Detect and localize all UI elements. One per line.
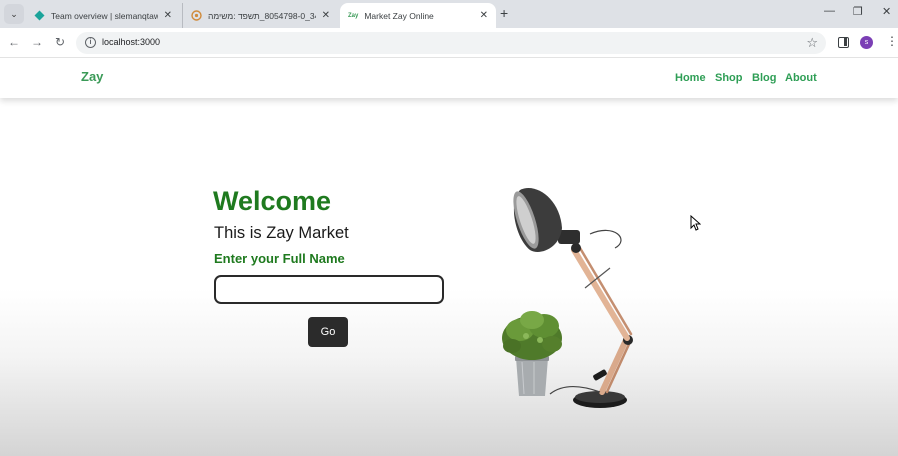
chevron-down-icon: ⌄ bbox=[10, 8, 18, 19]
restore-icon[interactable]: ❐ bbox=[853, 5, 863, 18]
close-tab-icon[interactable]: ✕ bbox=[480, 10, 488, 21]
site-navbar: Zay Home Shop Blog About bbox=[0, 58, 898, 98]
forward-arrow-icon[interactable]: → bbox=[31, 35, 43, 49]
mouse-pointer-icon bbox=[690, 215, 701, 231]
diamond-teal-icon bbox=[34, 10, 45, 21]
tab-title: מטלה 34801_8054798-0_תשפד :משימה bbox=[208, 10, 316, 21]
browser-toolbar: ← → ↻ i localhost:3000 ☆ s ⋮ bbox=[0, 28, 898, 58]
new-tab-button[interactable]: + bbox=[500, 5, 508, 21]
potted-plant-icon bbox=[502, 311, 562, 396]
tab-search-button[interactable]: ⌄ bbox=[4, 4, 24, 24]
tab-title: Market Zay Online bbox=[364, 10, 434, 21]
nav-link-blog[interactable]: Blog bbox=[752, 72, 776, 84]
close-window-icon[interactable]: ✕ bbox=[882, 5, 891, 18]
site-logo[interactable]: Zay bbox=[81, 69, 103, 84]
minimize-icon[interactable]: — bbox=[824, 5, 835, 17]
site-info-icon[interactable]: i bbox=[85, 37, 96, 48]
url-text[interactable]: localhost:3000 bbox=[102, 37, 160, 47]
bookmark-star-icon[interactable]: ☆ bbox=[806, 35, 818, 51]
kebab-menu-icon[interactable]: ⋮ bbox=[886, 34, 898, 48]
nav-link-home[interactable]: Home bbox=[675, 72, 706, 84]
lamp-and-plant-image bbox=[502, 187, 633, 408]
page-subtitle: This is Zay Market bbox=[214, 224, 349, 242]
zay-icon: Zay bbox=[348, 12, 359, 19]
profile-avatar[interactable]: s bbox=[860, 36, 873, 49]
close-tab-icon[interactable]: ✕ bbox=[322, 10, 330, 21]
browser-tab-team-overview[interactable]: Team overview | slemanqtawe0 ✕ bbox=[26, 3, 180, 28]
moodle-icon bbox=[191, 10, 202, 21]
reload-icon[interactable]: ↻ bbox=[55, 35, 65, 49]
close-tab-icon[interactable]: ✕ bbox=[164, 10, 172, 21]
address-bar[interactable]: i localhost:3000 ☆ bbox=[76, 32, 826, 54]
page-viewport: Zay Home Shop Blog About Welcome This is… bbox=[0, 58, 898, 456]
back-arrow-icon[interactable]: ← bbox=[8, 35, 20, 49]
go-button[interactable]: Go bbox=[308, 317, 348, 347]
browser-tab-assignment[interactable]: מטלה 34801_8054798-0_תשפד :משימה ✕ bbox=[182, 3, 338, 28]
nav-link-shop[interactable]: Shop bbox=[715, 72, 743, 84]
browser-tabstrip: ⌄ Team overview | slemanqtawe0 ✕ מטלה 34… bbox=[0, 0, 898, 28]
full-name-input[interactable] bbox=[214, 275, 444, 304]
side-panel-icon[interactable] bbox=[838, 37, 849, 48]
full-name-label: Enter your Full Name bbox=[214, 251, 345, 266]
nav-link-about[interactable]: About bbox=[785, 72, 817, 84]
tab-title: Team overview | slemanqtawe0 bbox=[51, 10, 158, 21]
welcome-heading: Welcome bbox=[213, 186, 332, 216]
browser-tab-market-zay[interactable]: Zay Market Zay Online ✕ bbox=[340, 3, 496, 28]
